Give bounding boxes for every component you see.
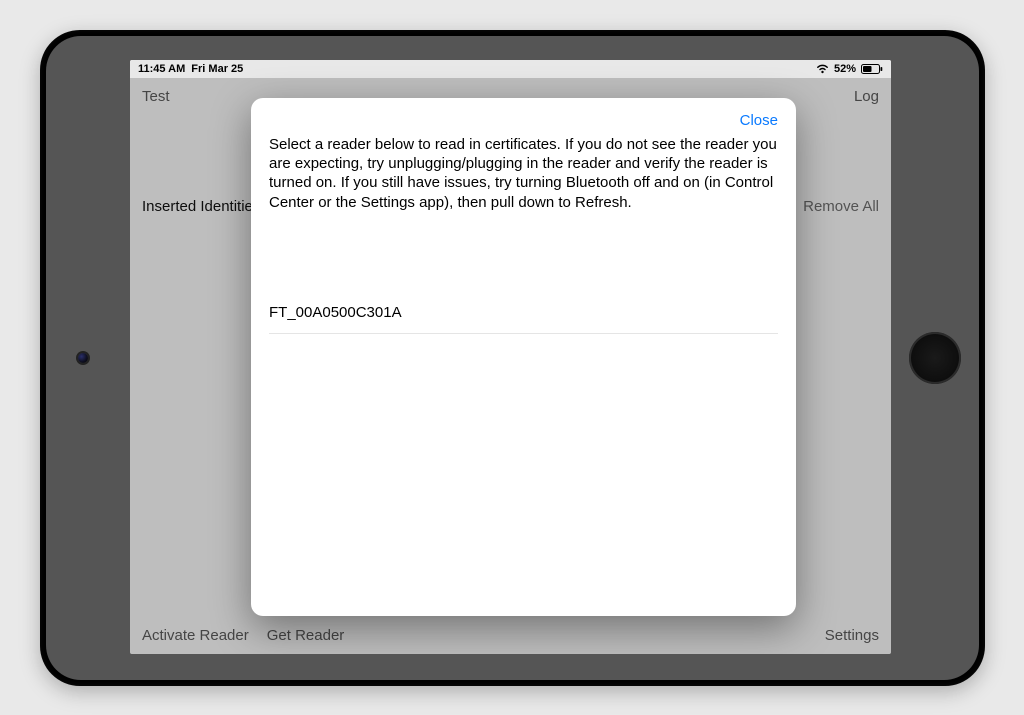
get-reader-button[interactable]: Get Reader [267, 627, 345, 644]
front-camera [78, 353, 88, 363]
test-button[interactable]: Test [142, 88, 170, 105]
remove-all-button[interactable]: Remove All [803, 198, 879, 215]
wifi-icon [816, 64, 829, 74]
status-date: Fri Mar 25 [191, 63, 243, 75]
ipad-device-frame: 11:45 AM Fri Mar 25 52% Test Log Inserte… [40, 30, 985, 686]
reader-list-item[interactable]: FT_00A0500C301A [269, 296, 778, 334]
screen: 11:45 AM Fri Mar 25 52% Test Log Inserte… [130, 60, 891, 654]
status-time: 11:45 AM [138, 63, 185, 75]
settings-button[interactable]: Settings [825, 627, 879, 644]
modal-description: Select a reader below to read in certifi… [269, 135, 778, 212]
close-button[interactable]: Close [740, 112, 778, 129]
bottom-toolbar: Activate Reader Get Reader Settings [130, 616, 891, 654]
status-bar: 11:45 AM Fri Mar 25 52% [130, 60, 891, 78]
battery-icon [861, 64, 883, 74]
home-button[interactable] [909, 332, 961, 384]
status-battery-percent: 52% [834, 63, 856, 75]
log-button[interactable]: Log [854, 88, 879, 105]
reader-selection-modal: Close Select a reader below to read in c… [251, 98, 796, 616]
activate-reader-button[interactable]: Activate Reader [142, 627, 249, 644]
section-title: Inserted Identities [142, 198, 260, 215]
